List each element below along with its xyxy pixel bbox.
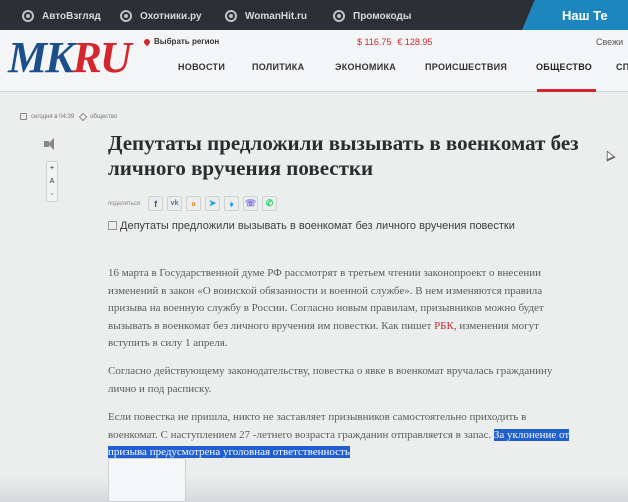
broken-image-icon — [108, 221, 117, 230]
promo-banner[interactable]: Наш Те — [522, 0, 628, 30]
font-size-controls: + A - — [46, 161, 58, 202]
article-date: сегодня в 04:39 — [31, 113, 75, 120]
article-paragraph-2: Согласно действующему законодательству, … — [108, 365, 553, 395]
partner-bar: АвтоВзгляд Охотники.ру WomanHit.ru Промо… — [0, 0, 628, 30]
font-increase-button[interactable]: + — [47, 162, 57, 175]
site-header: MKRU Выбрать регион $ 116.75 € 128.95 Све… — [0, 30, 628, 92]
viber-icon[interactable]: ☏ — [243, 196, 259, 211]
bottom-widget[interactable] — [108, 458, 186, 502]
article-image-alt: Депутаты предложили вызывать в военкомат… — [120, 220, 515, 232]
partner-icon — [22, 10, 34, 22]
article-rubric[interactable]: общество — [90, 114, 117, 120]
bottom-shadow — [0, 476, 628, 502]
reading-tools: + A - — [44, 137, 60, 202]
vk-icon[interactable]: vk — [167, 196, 183, 211]
nav-item-politics[interactable]: ПОЛИТИКА — [252, 62, 304, 72]
rbc-link[interactable]: РБК — [434, 320, 454, 332]
currency-rates: $ 116.75 € 128.95 — [357, 37, 432, 47]
nav-item-incidents[interactable]: ПРОИСШЕСТВИЯ — [425, 62, 507, 72]
article-title: Депутаты предложили вызывать в военкомат… — [108, 131, 579, 180]
partner-link-okhotniki[interactable]: Охотники.ру — [120, 9, 202, 23]
map-pin-icon — [142, 37, 152, 46]
main-nav: НОВОСТИ ПОЛИТИКА ЭКОНОМИКА ПРОИСШЕСТВИЯ … — [0, 60, 628, 92]
whatsapp-icon[interactable]: ✆ — [262, 196, 278, 211]
share-bar: поделиться f vk ℴ ➤ ♦ ☏ ✆ — [108, 196, 281, 211]
partner-link-promokody[interactable]: Промокоды — [333, 9, 411, 23]
article-paragraph-3: Если повестка не пришла, никто не застав… — [108, 411, 570, 458]
article-meta: сегодня в 04:39 общество — [20, 112, 117, 121]
nav-item-sp[interactable]: СП — [616, 62, 628, 72]
partner-link-avtovzglyad[interactable]: АвтоВзгляд — [22, 9, 101, 23]
odnoklassniki-icon[interactable]: ℴ — [186, 196, 202, 211]
telegram-icon[interactable]: ➤ — [205, 196, 221, 211]
usd-rate: $ 116.75 — [357, 37, 392, 47]
partner-link-womanhit[interactable]: WomanHit.ru — [225, 9, 307, 23]
article: сегодня в 04:39 общество + A - Депутаты … — [0, 93, 628, 502]
twitter-icon[interactable]: ♦ — [224, 196, 240, 211]
nav-item-economy[interactable]: ЭКОНОМИКА — [335, 62, 396, 72]
partner-icon — [333, 10, 345, 22]
partner-icon — [120, 10, 132, 22]
fresh-news-link[interactable]: Свежи — [596, 37, 623, 47]
share-label: поделиться — [108, 200, 141, 207]
article-image: Депутаты предложили вызывать в военкомат… — [108, 219, 548, 233]
region-selector[interactable]: Выбрать регион — [142, 37, 219, 46]
tag-icon — [78, 112, 88, 121]
nav-item-society[interactable]: ОБЩЕСТВО — [536, 62, 592, 72]
eur-rate: € 128.95 — [397, 37, 433, 47]
nav-item-news[interactable]: НОВОСТИ — [178, 62, 225, 72]
speaker-icon[interactable] — [44, 137, 60, 151]
font-reset-button[interactable]: A — [47, 175, 57, 188]
calendar-icon — [20, 113, 27, 120]
font-decrease-button[interactable]: - — [47, 188, 57, 201]
article-paragraph-1: 16 марта в Государственной думе РФ рассм… — [108, 267, 544, 349]
active-nav-underline — [537, 89, 596, 92]
facebook-icon[interactable]: f — [148, 196, 164, 211]
partner-icon — [225, 10, 237, 22]
